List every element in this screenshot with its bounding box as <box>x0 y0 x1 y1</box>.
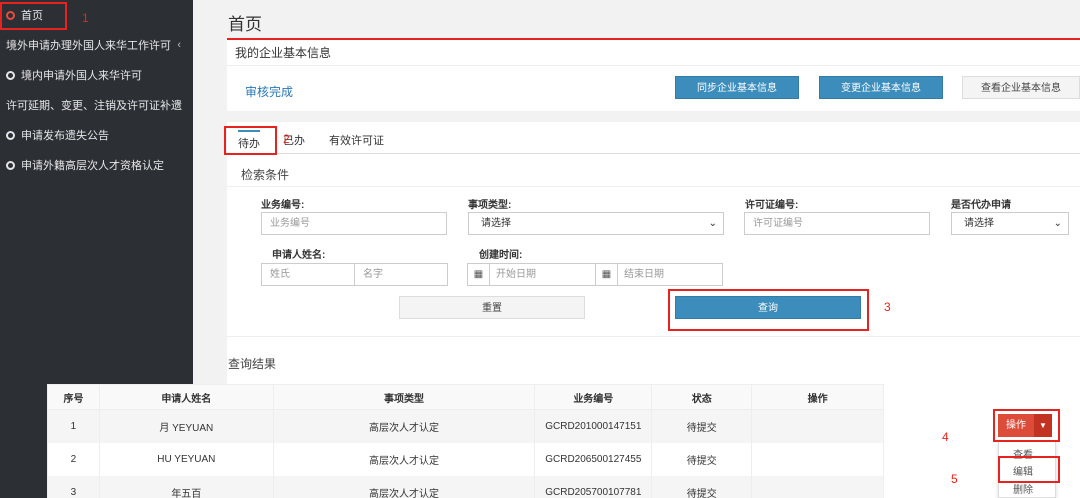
sidebar-item-label: 境外申请办理外国人来华工作许可 <box>6 40 171 52</box>
annotation-number: 5 <box>951 472 958 486</box>
calendar-icon: ▦ <box>468 264 490 285</box>
cell-index: 1 <box>47 409 100 443</box>
annotation-box <box>668 289 869 331</box>
page-title: 首页 <box>228 15 262 34</box>
cell-applicant: 月 YEYUAN <box>98 409 274 443</box>
column-header: 业务编号 <box>534 384 653 410</box>
table-row: 2 HU YEYUAN 高层次人才认定 GCRD206500127455 待提交 <box>47 442 884 476</box>
sidebar-item-label: 申请发布遗失公告 <box>21 130 109 142</box>
business-no-input[interactable]: 业务编号 <box>261 212 447 235</box>
chevron-down-icon: ⌄ <box>708 218 717 229</box>
sidebar-item-label: 申请外籍高层次人才资格认定 <box>21 160 164 172</box>
end-date-placeholder: 结束日期 <box>624 269 664 280</box>
cell-business-no: GCRD205700107781 <box>534 475 653 498</box>
circle-icon <box>6 160 15 170</box>
sidebar-group-extension-change[interactable]: 许可延期、变更、注销及许可证补遗 ‹ <box>0 90 193 120</box>
annotation-number: 3 <box>884 300 891 314</box>
sidebar-item-domestic-permit[interactable]: 境内申请外国人来华许可 <box>0 60 193 90</box>
annotation-number: 1 <box>82 11 89 25</box>
chevron-left-icon: ‹ <box>177 99 181 111</box>
item-type-value: 请选择 <box>481 218 511 229</box>
cell-status: 待提交 <box>651 409 753 443</box>
menu-item-delete[interactable]: 删除 <box>999 481 1055 496</box>
created-time-label: 创建时间: <box>479 250 523 261</box>
chevron-left-icon: ‹ <box>177 39 181 51</box>
annotation-number: 2 <box>283 132 290 146</box>
start-date-input[interactable]: ▦ 开始日期 <box>467 263 596 286</box>
column-header: 序号 <box>47 384 100 410</box>
applicant-name-label: 申请人姓名: <box>272 250 326 261</box>
license-no-input[interactable]: 许可证编号 <box>744 212 930 235</box>
cell-index: 3 <box>47 475 100 498</box>
business-no-label: 业务编号: <box>261 200 305 211</box>
enterprise-info-panel: 我的企业基本信息 审核完成 同步企业基本信息 变更企业基本信息 查看企业基本信息 <box>227 38 1080 111</box>
proxy-select[interactable]: 请选择 ⌄ <box>951 212 1069 235</box>
review-status: 审核完成 <box>245 85 294 99</box>
divider <box>227 336 1080 337</box>
proxy-value: 请选择 <box>964 218 994 229</box>
search-section-title: 检索条件 <box>241 168 290 182</box>
chevron-down-icon: ⌄ <box>1053 218 1062 229</box>
annotation-box <box>224 126 277 155</box>
column-header: 事项类型 <box>272 384 536 410</box>
sidebar-item-label: 境内申请外国人来华许可 <box>21 70 142 82</box>
results-table: 序号 申请人姓名 事项类型 业务编号 状态 操作 1 月 YEYUAN 高层次人… <box>47 384 884 498</box>
column-header: 申请人姓名 <box>98 384 274 410</box>
cell-actions <box>751 475 884 498</box>
table-header-row: 序号 申请人姓名 事项类型 业务编号 状态 操作 <box>47 384 884 410</box>
cell-item-type: 高层次人才认定 <box>272 475 536 498</box>
annotation-box <box>998 456 1060 483</box>
cell-status: 待提交 <box>651 442 753 476</box>
sync-enterprise-button[interactable]: 同步企业基本信息 <box>675 76 799 99</box>
sidebar-group-overseas-work-permit[interactable]: 境外申请办理外国人来华工作许可 ‹ <box>0 30 193 60</box>
divider <box>227 186 1080 187</box>
table-row: 1 月 YEYUAN 高层次人才认定 GCRD201000147151 待提交 <box>47 409 884 443</box>
circle-icon <box>6 70 15 80</box>
column-header: 操作 <box>751 384 884 410</box>
license-no-label: 许可证编号: <box>745 200 799 211</box>
cell-index: 2 <box>47 442 100 476</box>
sidebar-item-label: 许可延期、变更、注销及许可证补遗 <box>6 100 182 112</box>
view-enterprise-button[interactable]: 查看企业基本信息 <box>962 76 1080 99</box>
item-type-select[interactable]: 请选择 ⌄ <box>468 212 724 235</box>
cell-status: 待提交 <box>651 475 753 498</box>
circle-icon <box>6 130 15 140</box>
annotation-number: 4 <box>942 430 949 444</box>
cell-business-no: GCRD206500127455 <box>534 442 653 476</box>
start-date-placeholder: 开始日期 <box>496 269 536 280</box>
results-section-title: 查询结果 <box>228 357 277 371</box>
proxy-label: 是否代办申请 <box>951 200 1011 211</box>
column-header: 状态 <box>651 384 753 410</box>
tab-bar: 待办 已办 有效许可证 <box>227 122 1080 154</box>
surname-input[interactable]: 姓氏 <box>261 263 355 286</box>
annotation-box <box>993 409 1060 442</box>
sidebar-item-talent-certification[interactable]: 申请外籍高层次人才资格认定 <box>0 150 193 180</box>
change-enterprise-button[interactable]: 变更企业基本信息 <box>819 76 943 99</box>
end-date-input[interactable]: ▦ 结束日期 <box>595 263 723 286</box>
annotation-box <box>0 2 67 30</box>
enterprise-info-heading: 我的企业基本信息 <box>227 40 1080 66</box>
table-row: 3 年五百 高层次人才认定 GCRD205700107781 待提交 <box>47 475 884 498</box>
sidebar-item-loss-notice[interactable]: 申请发布遗失公告 <box>0 120 193 150</box>
given-name-input[interactable]: 名字 <box>354 263 448 286</box>
tab-valid-licenses[interactable]: 有效许可证 <box>329 132 384 148</box>
item-type-label: 事项类型: <box>468 200 512 211</box>
calendar-icon: ▦ <box>596 264 618 285</box>
cell-business-no: GCRD201000147151 <box>534 409 653 443</box>
cell-applicant: 年五百 <box>98 475 274 498</box>
cell-actions <box>751 442 884 476</box>
cell-item-type: 高层次人才认定 <box>272 409 536 443</box>
cell-item-type: 高层次人才认定 <box>272 442 536 476</box>
cell-actions <box>751 409 884 443</box>
reset-button[interactable]: 重置 <box>399 296 585 319</box>
cell-applicant: HU YEYUAN <box>98 442 274 476</box>
